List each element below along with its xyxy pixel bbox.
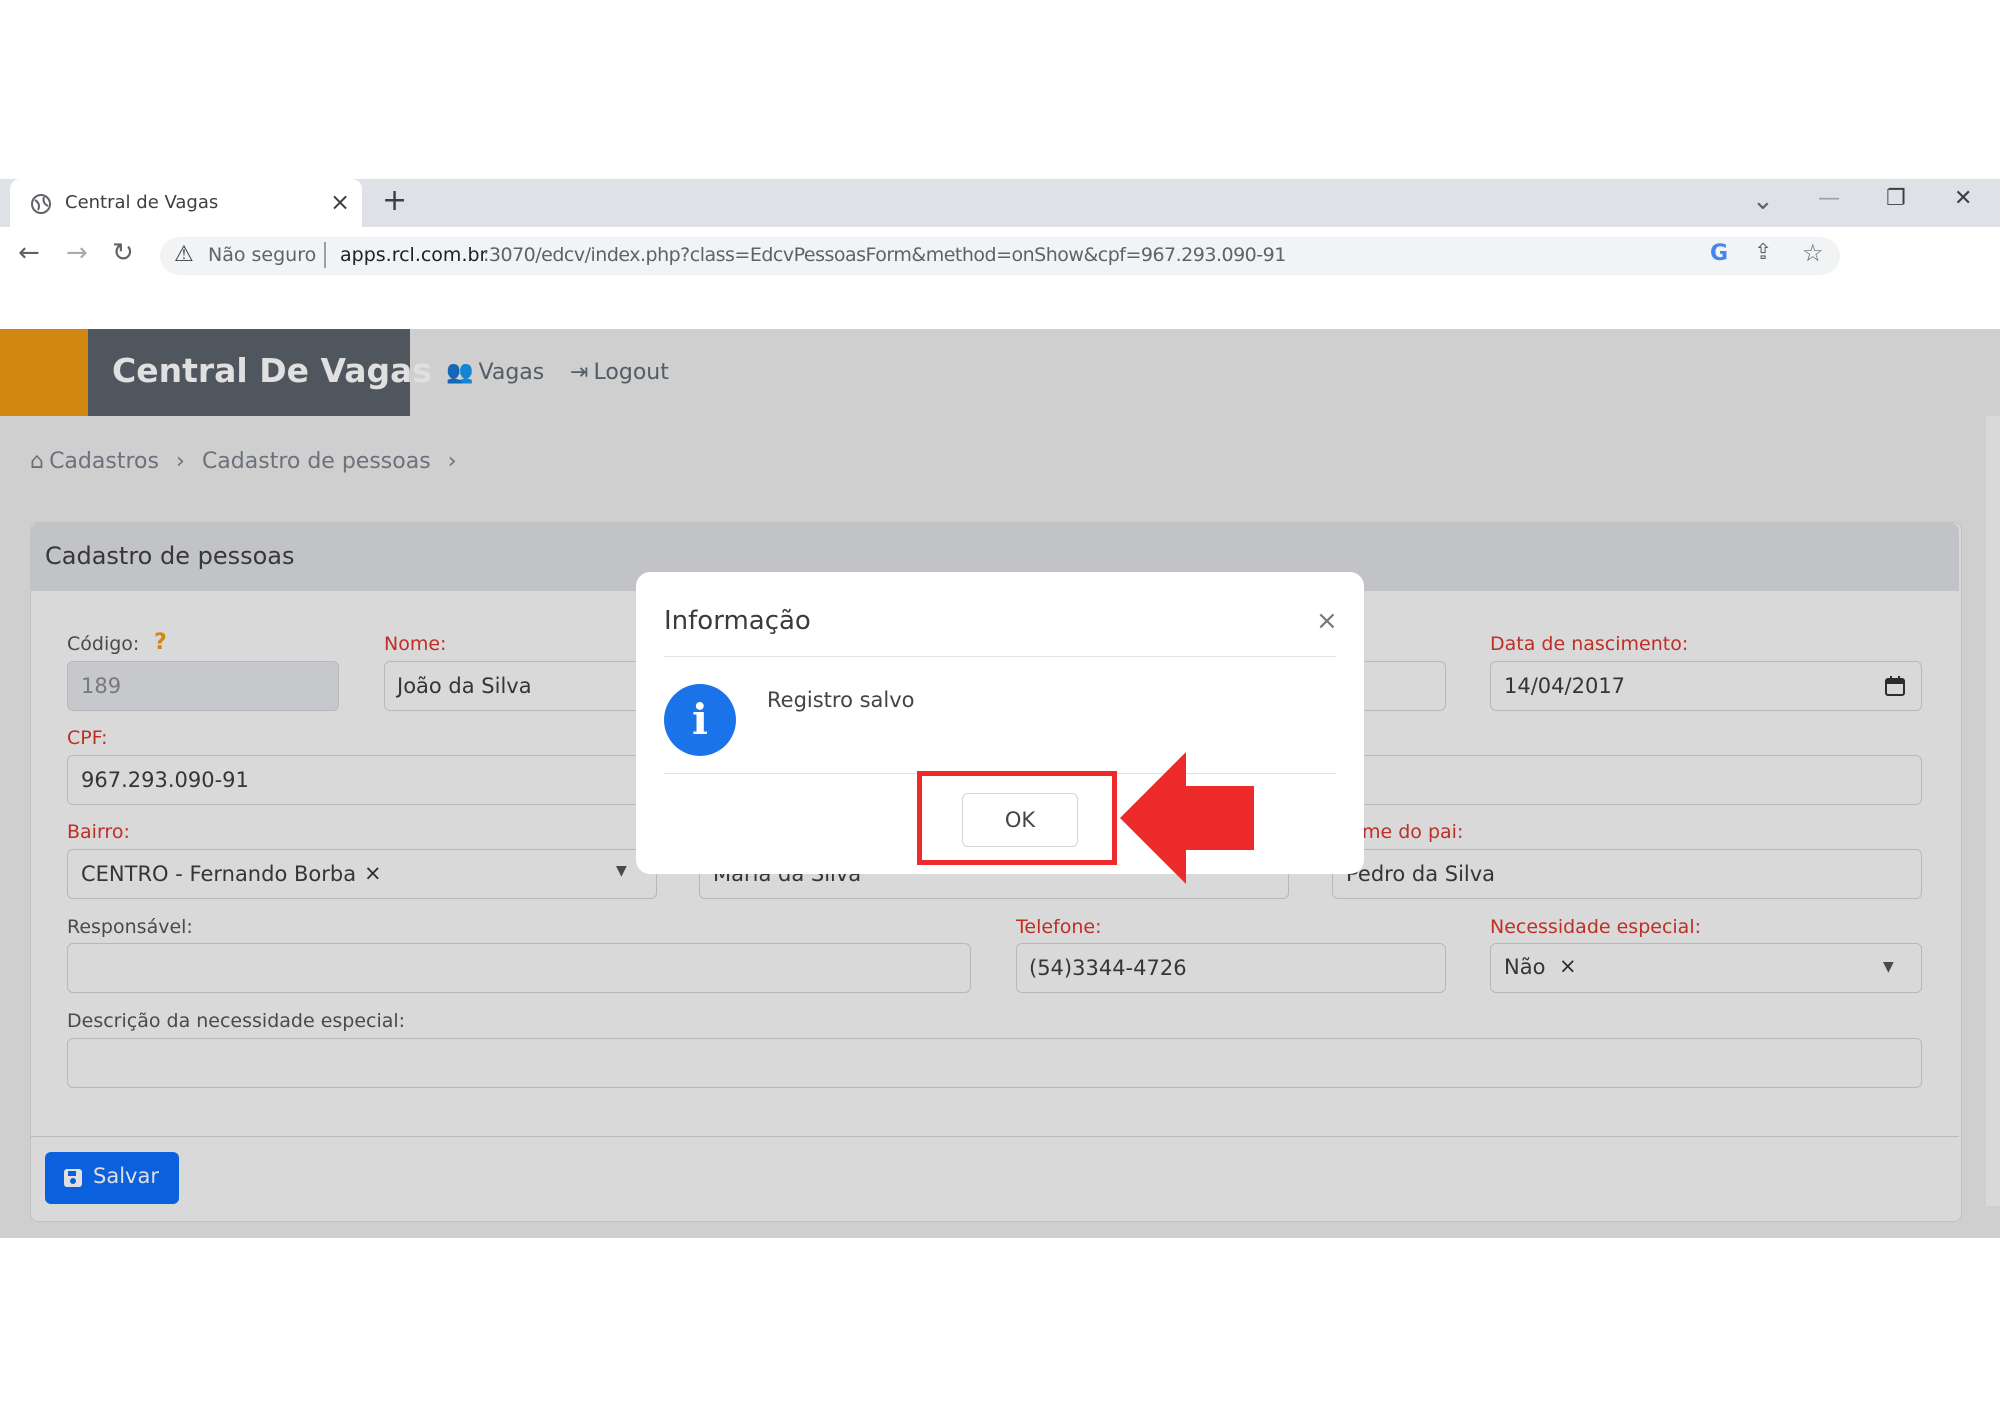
google-icon[interactable]: G xyxy=(1710,241,1728,266)
share-icon[interactable]: ⇪ xyxy=(1754,240,1772,265)
warning-icon: ⚠ xyxy=(174,242,194,267)
new-tab-button[interactable]: + xyxy=(382,183,407,218)
info-icon: i xyxy=(664,684,736,756)
globe-icon xyxy=(31,194,51,214)
bookmark-star-icon[interactable]: ☆ xyxy=(1802,239,1824,267)
close-icon[interactable]: × xyxy=(1316,606,1338,636)
ok-highlight-box xyxy=(917,771,1117,865)
reload-icon[interactable]: ↻ xyxy=(112,238,134,268)
browser-tab[interactable]: Central de Vagas × xyxy=(10,179,362,227)
tab-close-icon[interactable]: × xyxy=(330,188,350,216)
close-window-icon[interactable]: ✕ xyxy=(1954,186,1972,211)
url-bar[interactable]: ⚠ Não seguro apps.rcl.com.br :3070/edcv/… xyxy=(160,237,1840,275)
minimize-icon[interactable]: — xyxy=(1818,186,1840,211)
dialog-title: Informação xyxy=(664,606,811,636)
dialog-message: Registro salvo xyxy=(767,688,915,712)
security-label: Não seguro xyxy=(208,244,317,266)
forward-icon[interactable]: → xyxy=(66,238,88,268)
back-icon[interactable]: ← xyxy=(18,238,40,268)
url-path: :3070/edcv/index.php?class=EdcvPessoasFo… xyxy=(483,244,1286,266)
tab-search-icon[interactable]: ⌄ xyxy=(1752,186,1774,216)
restore-icon[interactable]: ❐ xyxy=(1886,186,1906,211)
dialog-header-divider xyxy=(664,656,1336,657)
pointer-arrow-icon xyxy=(1120,752,1254,884)
tab-title: Central de Vagas xyxy=(65,192,219,213)
url-host: apps.rcl.com.br xyxy=(340,244,488,266)
page-scrollbar[interactable] xyxy=(1986,416,2000,1206)
url-divider xyxy=(324,242,326,268)
